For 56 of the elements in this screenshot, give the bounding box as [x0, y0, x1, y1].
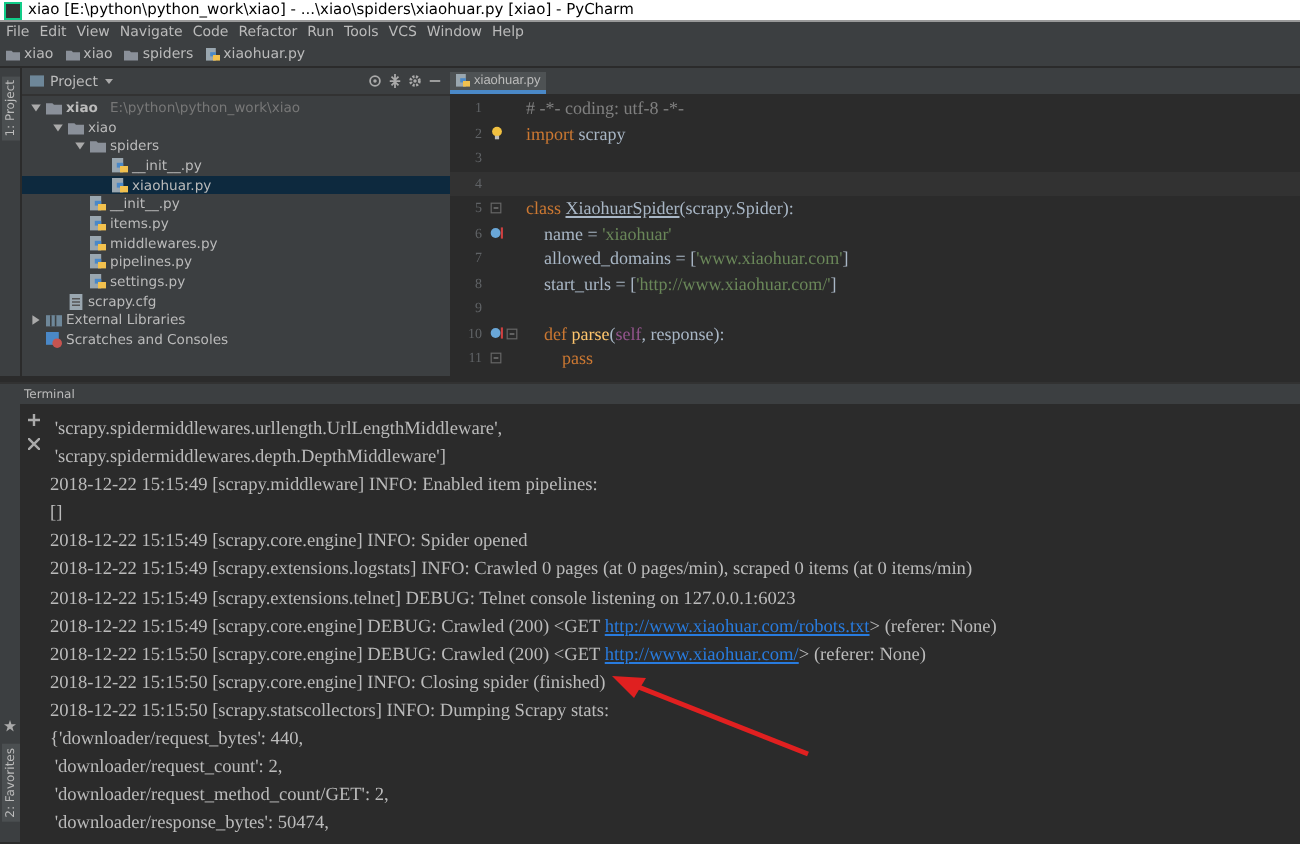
star-icon [4, 720, 16, 733]
override-marker-icon[interactable] [490, 226, 504, 241]
collapse-icon[interactable] [388, 74, 402, 88]
terminal-line: 2018-12-22 15:15:49 [scrapy.extensions.telnet] DEBUG: Telnet console listening on 127.0.0.1:6023 [50, 587, 798, 614]
scratch-icon [46, 332, 62, 349]
code-line: start_urls = ['http://www.xiaohuar.com/'] [542, 273, 837, 294]
code-line: import scrapy [526, 123, 626, 144]
lightbulb-icon[interactable] [490, 126, 504, 141]
python-file-icon [456, 74, 470, 88]
terminal-line: 2018-12-22 15:15:49 [scrapy.middleware] INFO: Enabled item pipelines: [50, 474, 600, 501]
fold-marker-icon[interactable] [490, 202, 502, 215]
code-line: name = 'xiaohuar' [542, 223, 672, 244]
code-line: # -*- coding: utf-8 -*- [526, 98, 684, 119]
terminal-line: 'downloader/request_method_count/GET': 2, [52, 784, 391, 811]
terminal-line: 'scrapy.spidermiddlewares.depth.DepthMiddleware'] [52, 446, 448, 473]
fold-marker-icon[interactable] [506, 327, 518, 340]
terminal-line: 2018-12-22 15:15:49 [scrapy.extensions.logstats] INFO: Crawled 0 pages (at 0 pages/min), scraped 0 items (at 0 items/min) [50, 558, 975, 585]
settings-icon[interactable] [408, 74, 422, 88]
terminal-line: 2018-12-22 15:15:49 [scrapy.core.engine] DEBUG: Crawled (200) <GET http://www.xiaohuar.com/robots.txt> (referer: None) [50, 615, 997, 642]
library-icon [46, 312, 62, 329]
terminal-line: 'downloader/request_count': 2, [52, 756, 285, 783]
terminal-line: 2018-12-22 15:15:49 [scrapy.core.engine] INFO: Spider opened [50, 530, 530, 557]
fold-marker-icon[interactable] [490, 352, 502, 365]
url-link[interactable]: http://www.xiaohuar.com/ [604, 645, 799, 666]
code-line: pass [560, 348, 593, 369]
terminal-line: 2018-12-22 15:15:50 [scrapy.core.engine] INFO: Closing spider (finished) [50, 671, 608, 698]
terminal-line: 2018-12-22 15:15:50 [scrapy.core.engine] DEBUG: Crawled (200) <GET http://www.xiaohuar.com/> (referer: None) [50, 643, 928, 670]
terminal-line: [] [50, 502, 65, 529]
expanded-arrow-icon[interactable] [74, 140, 86, 153]
python-file-icon [90, 274, 106, 291]
url-link[interactable]: http://www.xiaohuar.com/robots.txt [604, 617, 870, 638]
code-line: allowed_domains = ['www.xiaohuar.com'] [542, 248, 849, 269]
terminal-line: 2018-12-22 15:15:50 [scrapy.statscollectors] INFO: Dumping Scrapy stats: [50, 699, 612, 726]
close-icon[interactable] [28, 438, 40, 450]
python-file-icon [205, 47, 220, 61]
terminal-line: 'downloader/response_bytes': 50474, [52, 812, 331, 839]
expanded-arrow-icon[interactable] [30, 101, 42, 114]
code-line: def parse(self, response): [542, 323, 725, 344]
minimize-icon[interactable] [428, 74, 442, 88]
expanded-arrow-icon[interactable] [52, 121, 64, 134]
config-file-icon [68, 293, 84, 310]
python-file-icon [112, 157, 128, 174]
override-marker-icon[interactable] [490, 326, 504, 341]
code-line: class XiaohuarSpider(scrapy.Spider): [526, 198, 794, 219]
app-icon [4, 1, 22, 19]
folder-icon [124, 47, 139, 61]
dropdown-caret-icon [103, 76, 114, 86]
terminal-line: 'scrapy.spidermiddlewares.urllength.UrlLengthMiddleware', [52, 418, 505, 444]
project-icon [30, 74, 44, 88]
locate-icon[interactable] [368, 74, 382, 88]
python-file-icon [112, 177, 128, 194]
add-icon[interactable] [28, 414, 40, 426]
terminal-line: {'downloader/request_bytes': 440, [50, 728, 306, 755]
folder-icon [6, 47, 20, 61]
collapsed-arrow-icon[interactable] [30, 314, 42, 327]
folder-icon [65, 47, 80, 61]
